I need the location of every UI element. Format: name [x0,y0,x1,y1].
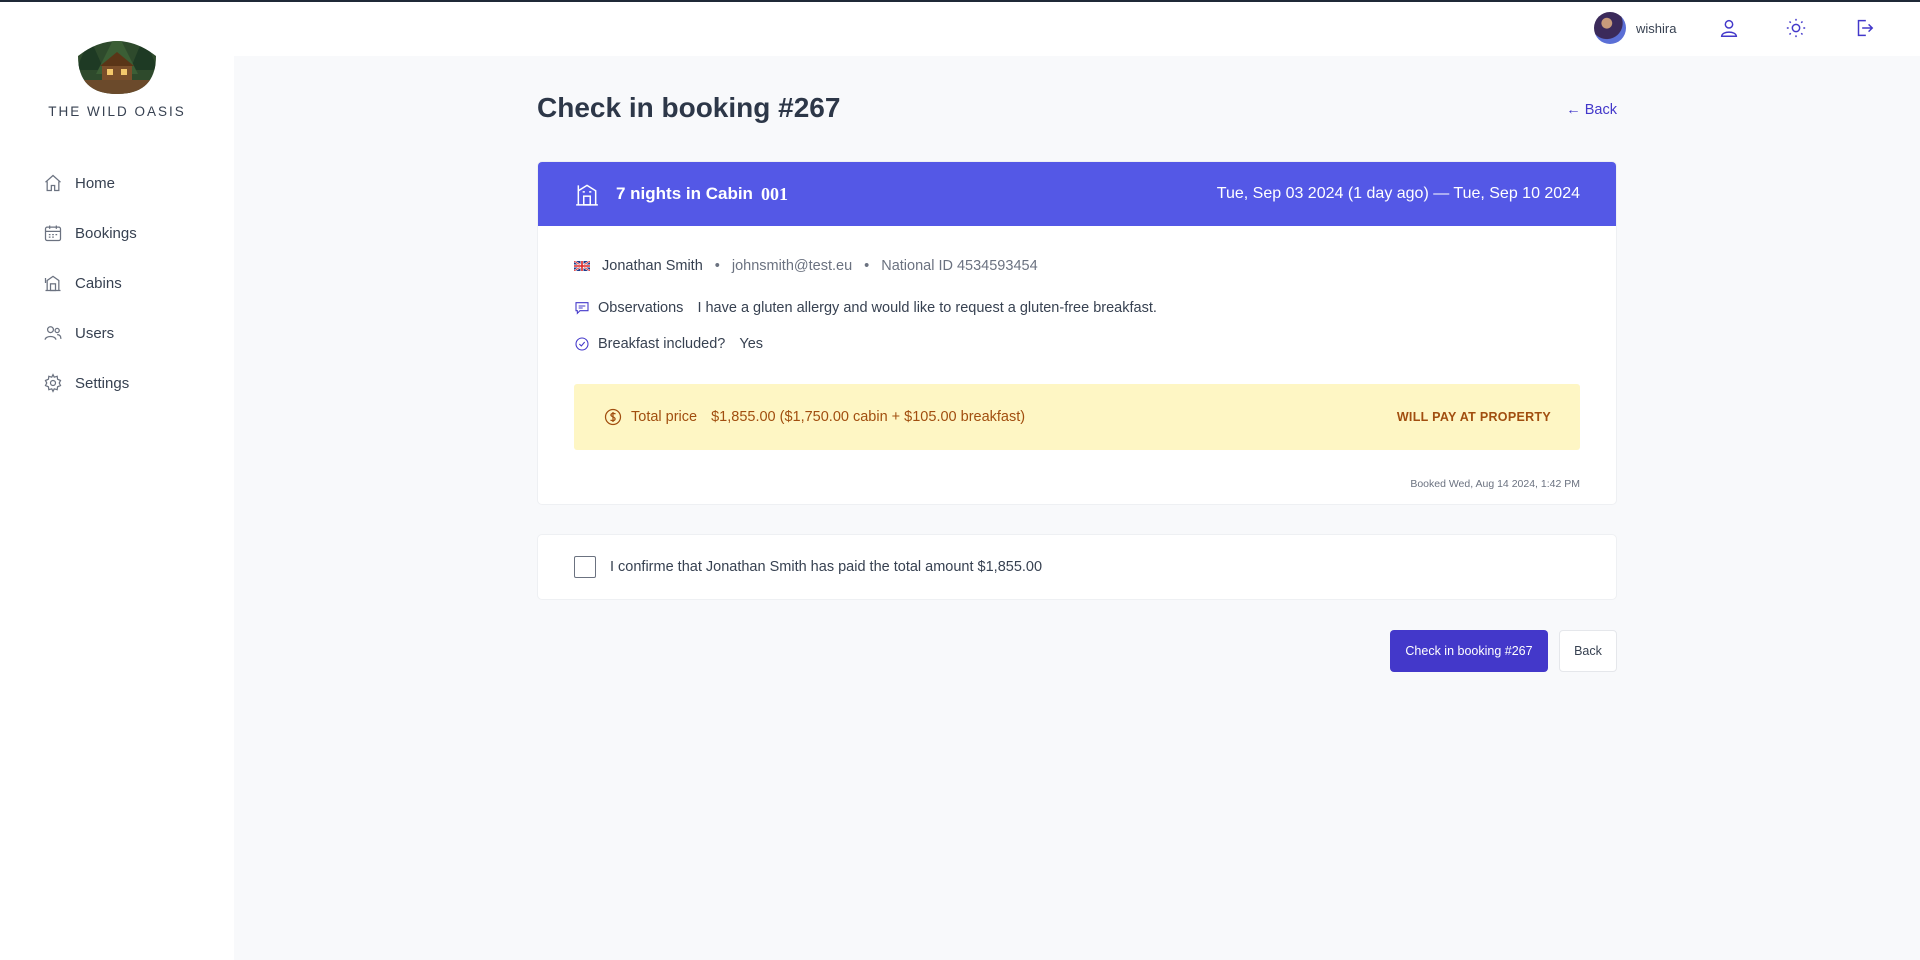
calendar-icon [44,225,62,242]
top-header: wishira [234,2,1920,56]
guest-name: Jonathan Smith [602,258,703,274]
booking-summary: 7 nights in Cabin 001 [574,181,788,207]
sidebar-item-label: Home [75,174,116,192]
total-price-box: Total price $1,855.00 ($1,750.00 cabin +… [574,384,1580,450]
sidebar-item-bookings[interactable]: Bookings [0,208,234,258]
sidebar-nav: Home Bookings Cabins Users Settings [0,158,234,408]
booking-dates: Tue, Sep 03 2024 (1 day ago) — Tue, Sep … [1216,185,1580,202]
cabin-number: 001 [760,183,788,204]
confirm-paid-label[interactable]: I confirme that Jonathan Smith has paid … [610,559,1042,575]
sidebar-item-label: Users [75,324,115,342]
booked-timestamp: Booked Wed, Aug 14 2024, 1:42 PM [1410,478,1580,490]
home-icon [45,174,61,192]
observations-label: Observations [598,300,684,316]
check-circle-icon [575,337,589,351]
breakfast-value: Yes [739,336,764,352]
sidebar-item-label: Bookings [75,224,137,242]
payment-status: WILL PAY AT PROPERTY [1396,410,1551,424]
brand-logo[interactable] [76,30,158,94]
sidebar: THE WILD OASIS Home Bookings Cabins User… [0,2,234,960]
flag-icon [574,261,590,271]
nights-label: 7 nights in Cabin [616,184,753,203]
avatar[interactable] [1594,12,1626,44]
back-link[interactable]: ← Back [1566,102,1617,118]
sidebar-item-label: Settings [75,374,130,392]
brand-name: THE WILD OASIS [48,104,186,119]
guest-national-id: National ID 4534593454 [881,258,1038,274]
cabin-icon [576,184,598,206]
breakfast-row: Breakfast included? Yes [574,336,763,352]
breakfast-label: Breakfast included? [598,336,726,352]
sidebar-item-home[interactable]: Home [0,158,234,208]
separator: • [714,258,720,274]
price-label: Total price [631,409,698,425]
price-value: $1,855.00 ($1,750.00 cabin + $105.00 bre… [711,409,1026,425]
total-price: Total price $1,855.00 ($1,750.00 cabin +… [603,407,1025,427]
booking-banner: 7 nights in Cabin 001 Tue, Sep 03 2024 (… [538,162,1616,226]
guest-info: Jonathan Smith • johnsmith@test.eu • Nat… [574,258,1038,274]
back-button[interactable]: Back [1559,630,1617,672]
user-icon[interactable] [1718,17,1740,39]
separator: • [864,258,870,274]
page-title: Check in booking #267 [537,92,841,123]
observations-text: I have a gluten allergy and would like t… [697,300,1157,316]
cabin-icon [44,275,61,292]
gear-icon [44,373,62,393]
check-in-button[interactable]: Check in booking #267 [1390,630,1548,672]
users-icon [44,326,62,340]
chat-icon [575,302,589,315]
confirm-paid-checkbox[interactable] [574,556,596,578]
guest-email: johnsmith@test.eu [731,258,853,274]
sidebar-item-settings[interactable]: Settings [0,358,234,408]
username: wishira [1636,20,1677,36]
main-content: Check in booking #267 ← Back 7 nights in… [234,56,1920,960]
sidebar-item-cabins[interactable]: Cabins [0,258,234,308]
sidebar-item-users[interactable]: Users [0,308,234,358]
user-profile[interactable]: wishira [1594,12,1676,44]
payment-confirmation: I confirme that Jonathan Smith has paid … [537,534,1617,600]
dollar-circle-icon [604,408,622,426]
booking-details-card: 7 nights in Cabin 001 Tue, Sep 03 2024 (… [537,161,1617,505]
sun-icon[interactable] [1785,17,1807,39]
logout-icon[interactable] [1853,17,1875,39]
observations-row: Observations I have a gluten allergy and… [574,300,1157,316]
sidebar-item-label: Cabins [75,274,122,292]
